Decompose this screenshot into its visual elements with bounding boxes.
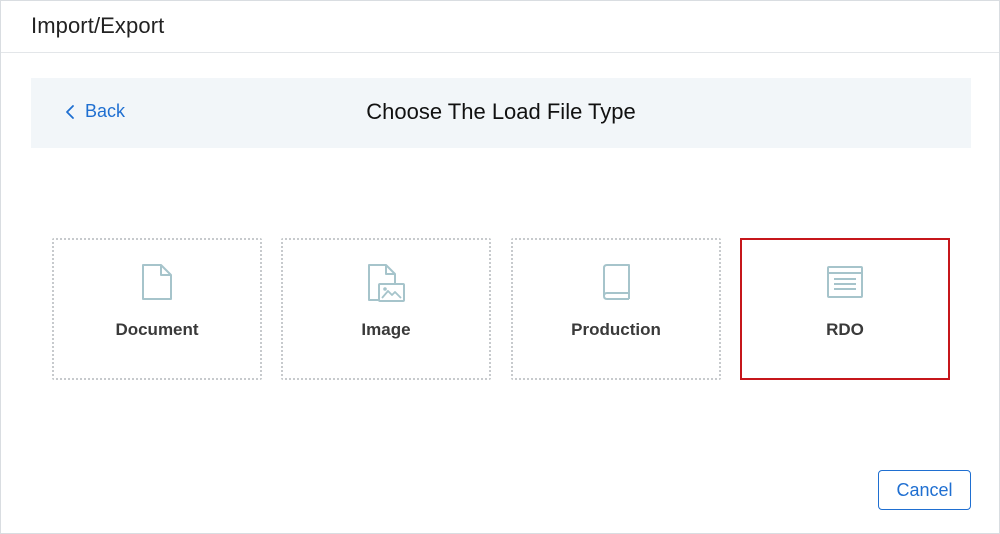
dialog-header: Import/Export [1, 1, 999, 53]
load-file-type-document[interactable]: Document [52, 238, 262, 380]
dialog-title: Import/Export [31, 13, 165, 38]
load-file-type-rdo[interactable]: RDO [740, 238, 950, 380]
document-icon [54, 262, 260, 302]
card-label: Production [571, 320, 661, 339]
card-label: RDO [826, 320, 864, 339]
load-file-type-image[interactable]: Image [281, 238, 491, 380]
image-file-icon [283, 262, 489, 304]
card-label: Document [115, 320, 199, 339]
import-export-dialog: Import/Export Back Choose The Load File … [0, 0, 1000, 534]
cancel-button[interactable]: Cancel [878, 470, 971, 510]
load-file-type-production[interactable]: Production [511, 238, 721, 380]
card-label: Image [361, 320, 411, 339]
load-file-type-options: Document Image Production RDO [52, 238, 952, 380]
step-title: Choose The Load File Type [366, 99, 636, 124]
step-bar: Back Choose The Load File Type [31, 78, 971, 148]
list-window-icon [742, 262, 948, 302]
book-icon [513, 262, 719, 302]
